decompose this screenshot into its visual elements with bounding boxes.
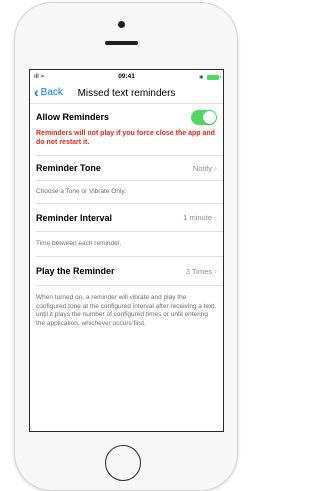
chevron-right-icon: › <box>214 212 217 223</box>
reminder-interval-label: Reminder Interval <box>36 212 113 223</box>
status-right: ∗ <box>198 73 221 81</box>
play-reminder-value: 3 Times › <box>186 266 217 276</box>
chevron-right-icon: › <box>214 266 217 276</box>
phone-frame: ıll ≈ 09:41 ∗ ‹ Back Missed text reminde… <box>14 2 238 491</box>
screen: ıll ≈ 09:41 ∗ ‹ Back Missed text reminde… <box>29 69 224 432</box>
reminder-tone-row[interactable]: Reminder Tone Notify › <box>30 156 223 180</box>
reminder-tone-description: Choose a Tone or Vibrate Only. <box>36 188 126 195</box>
chevron-left-icon: ‹ <box>34 84 39 100</box>
toggle-knob <box>203 110 216 124</box>
reminder-tone-label: Reminder Tone <box>36 163 101 173</box>
navigation-bar: ‹ Back Missed text reminders <box>30 83 223 104</box>
reminder-interval-row[interactable]: Reminder Interval 1 minute › <box>30 204 223 231</box>
battery-icon <box>207 74 221 80</box>
reminder-interval-value-text: 1 minute <box>183 213 212 222</box>
home-button[interactable] <box>105 445 141 481</box>
force-close-warning: Reminders will not play if you force clo… <box>36 130 215 146</box>
front-camera <box>118 21 125 28</box>
play-reminder-value-text: 3 Times <box>185 266 212 276</box>
allow-reminders-toggle[interactable] <box>191 109 217 125</box>
reminder-tone-value: Notify › <box>193 163 217 173</box>
back-button[interactable]: ‹ Back <box>34 84 63 100</box>
status-bar: ıll ≈ 09:41 ∗ <box>30 70 223 83</box>
allow-reminders-row: Allow Reminders <box>30 104 223 130</box>
bluetooth-icon: ∗ <box>198 74 204 81</box>
play-reminder-description: When turned on, a reminder will vibrate … <box>36 294 216 327</box>
reminder-tone-value-text: Notify <box>192 163 212 173</box>
reminder-interval-description: Time between each reminder. <box>36 240 122 247</box>
chevron-right-icon: › <box>214 163 217 173</box>
earpiece-speaker <box>105 41 138 45</box>
status-time: 09:41 <box>118 73 135 80</box>
play-reminder-label: Play the Reminder <box>36 266 115 276</box>
reminder-interval-value: 1 minute › <box>183 213 217 223</box>
back-label: Back <box>40 86 63 98</box>
allow-reminders-label: Allow Reminders <box>36 112 110 122</box>
play-reminder-row[interactable]: Play the Reminder 3 Times › <box>30 257 223 285</box>
